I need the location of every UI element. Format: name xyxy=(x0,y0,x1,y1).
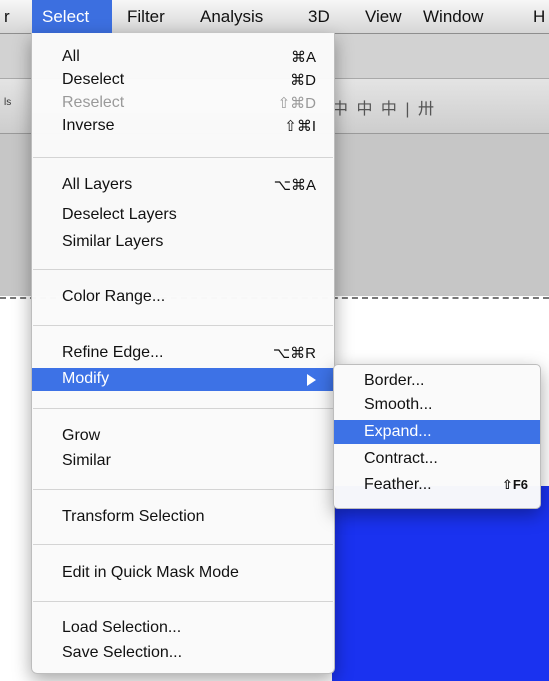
menu-item-label: Color Range... xyxy=(62,288,166,305)
application-menu-bar: r Select Filter Analysis 3D View Window … xyxy=(0,0,549,34)
menu-item-label: Refine Edge... xyxy=(62,344,164,361)
menu-item-similar-layers[interactable]: Similar Layers xyxy=(32,231,334,254)
menu-bar-item-3d[interactable]: 3D xyxy=(308,0,330,33)
menu-item-shortcut: ⇧⌘D xyxy=(277,95,316,112)
submenu-item-smooth[interactable]: Smooth... xyxy=(334,393,540,417)
menu-item-quick-mask[interactable]: Edit in Quick Mask Mode xyxy=(32,562,334,585)
menu-item-shortcut: ⌥⌘A xyxy=(273,177,316,194)
submenu-item-label: Feather... xyxy=(364,476,432,493)
submenu-item-label: Smooth... xyxy=(364,396,433,413)
menu-item-all-layers[interactable]: All Layers ⌥⌘A xyxy=(32,174,334,197)
menu-item-label: Edit in Quick Mask Mode xyxy=(62,564,239,581)
menu-item-shortcut: ⌘D xyxy=(290,72,316,89)
menu-item-label: All xyxy=(62,48,80,65)
menu-item-label: Deselect xyxy=(62,71,125,88)
menu-separator xyxy=(33,601,333,602)
submenu-item-label: Border... xyxy=(364,372,425,389)
menu-item-inverse[interactable]: Inverse ⇧⌘I xyxy=(32,115,334,138)
submenu-item-shortcut: ⇧F6 xyxy=(501,477,528,492)
menu-bar-item-view[interactable]: View xyxy=(365,0,402,33)
menu-item-label: Inverse xyxy=(62,117,115,134)
menu-item-save-selection[interactable]: Save Selection... xyxy=(32,642,334,665)
modify-submenu: Border... Smooth... Expand... Contract..… xyxy=(333,364,541,509)
menu-item-label: Load Selection... xyxy=(62,619,182,636)
menu-item-shortcut: ⇧⌘I xyxy=(284,118,316,135)
menu-item-label: Similar Layers xyxy=(62,233,164,250)
menu-item-all[interactable]: All ⌘A xyxy=(32,46,334,69)
submenu-item-border[interactable]: Border... xyxy=(334,369,540,393)
menu-item-label: Reselect xyxy=(62,94,125,111)
menu-separator xyxy=(33,408,333,409)
menu-item-label: Transform Selection xyxy=(62,508,205,525)
menu-bar-item-window[interactable]: Window xyxy=(423,0,483,33)
options-bar-label: ls xyxy=(4,97,12,108)
submenu-item-label: Expand... xyxy=(364,423,432,440)
canvas-blue-shape xyxy=(332,486,549,681)
menu-item-refine-edge[interactable]: Refine Edge... ⌥⌘R xyxy=(32,342,334,365)
align-distribute-icons[interactable]: 中 中 中 | 卅 xyxy=(332,95,436,119)
menu-separator xyxy=(33,489,333,490)
menu-separator xyxy=(33,544,333,545)
menu-item-deselect[interactable]: Deselect ⌘D xyxy=(32,69,334,92)
menu-item-shortcut: ⌘A xyxy=(290,49,316,66)
menu-bar-item-help-partial[interactable]: H xyxy=(533,0,545,33)
submenu-item-contract[interactable]: Contract... xyxy=(334,447,540,471)
menu-item-modify[interactable]: Modify xyxy=(32,368,334,391)
menu-item-shortcut: ⌥⌘R xyxy=(272,345,316,362)
menu-item-deselect-layers[interactable]: Deselect Layers xyxy=(32,204,334,227)
menu-bar-item-partial[interactable]: r xyxy=(4,0,10,33)
menu-item-label: Deselect Layers xyxy=(62,206,177,223)
menu-item-color-range[interactable]: Color Range... xyxy=(32,286,334,309)
submenu-arrow-icon xyxy=(307,374,316,386)
menu-bar-item-select[interactable]: Select xyxy=(32,0,112,33)
menu-item-label: Modify xyxy=(62,370,110,387)
menu-item-transform-selection[interactable]: Transform Selection xyxy=(32,506,334,529)
menu-item-load-selection[interactable]: Load Selection... xyxy=(32,617,334,640)
menu-separator xyxy=(33,325,333,326)
menu-item-label: Similar xyxy=(62,452,111,469)
submenu-item-feather[interactable]: Feather... ⇧F6 xyxy=(334,473,540,497)
menu-item-reselect: Reselect ⇧⌘D xyxy=(32,92,334,115)
menu-separator xyxy=(33,269,333,270)
submenu-item-expand[interactable]: Expand... xyxy=(334,420,540,444)
menu-item-grow[interactable]: Grow xyxy=(32,425,334,448)
menu-bar-item-analysis[interactable]: Analysis xyxy=(200,0,263,33)
menu-item-label: Grow xyxy=(62,427,101,444)
menu-bar-item-filter[interactable]: Filter xyxy=(127,0,165,33)
submenu-item-label: Contract... xyxy=(364,450,438,467)
menu-item-label: Save Selection... xyxy=(62,644,183,661)
menu-item-label: All Layers xyxy=(62,176,133,193)
select-menu: All ⌘A Deselect ⌘D Reselect ⇧⌘D Inverse … xyxy=(31,33,335,674)
menu-separator xyxy=(33,157,333,158)
menu-item-similar[interactable]: Similar xyxy=(32,450,334,473)
